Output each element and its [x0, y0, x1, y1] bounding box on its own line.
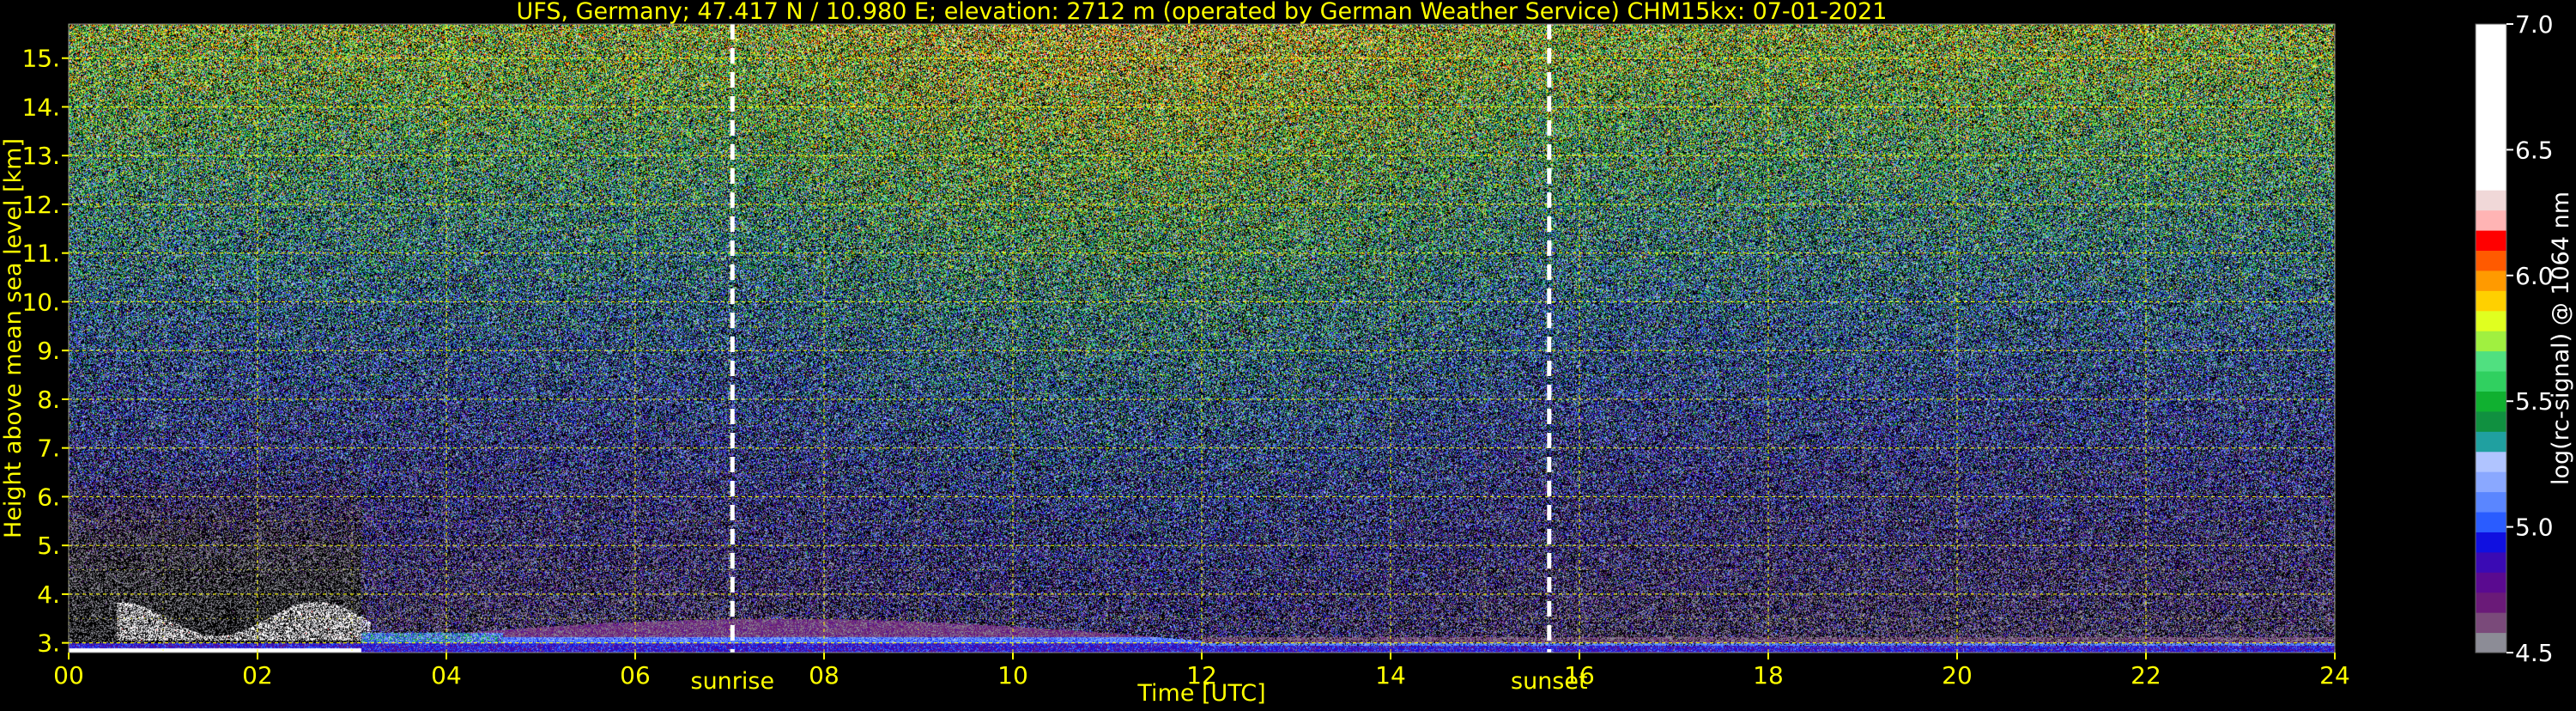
chart-title: UFS, Germany; 47.417 N / 10.980 E; eleva… [517, 0, 1888, 25]
x-tick-label: 20 [1942, 661, 1973, 690]
y-tick-label: 15. [21, 45, 60, 73]
colorbar-swatch [2476, 250, 2506, 271]
x-tick-label: 04 [431, 661, 462, 690]
x-tick-label: 22 [2131, 661, 2161, 690]
y-tick-label: 4. [37, 580, 60, 609]
colorbar-swatch [2476, 190, 2506, 211]
colorbar-swatch [2476, 350, 2506, 372]
colorbar-swatch [2476, 270, 2506, 291]
colorbar-swatch [2476, 532, 2506, 553]
y-tick-label: 14. [21, 93, 60, 121]
y-tick-label: 10. [21, 288, 60, 316]
y-tick-label: 6. [37, 483, 60, 511]
x-tick-label: 18 [1753, 661, 1784, 690]
y-tick-label: 13. [21, 142, 60, 170]
y-tick-label: 9. [37, 337, 60, 365]
y-tick-label: 3. [37, 629, 60, 658]
colorbar-swatch [2476, 410, 2506, 432]
x-tick-label: 00 [53, 661, 84, 690]
x-tick-label: 08 [809, 661, 839, 690]
colorbar-swatch [2476, 471, 2506, 493]
colorbar-swatch [2476, 491, 2506, 513]
colorbar-swatch [2476, 24, 2506, 191]
sunrise-label: sunrise [691, 668, 775, 695]
y-tick-label: 5. [37, 532, 60, 560]
x-tick-label: 02 [242, 661, 273, 690]
colorbar-swatch [2476, 310, 2506, 331]
colorbar-swatch [2476, 632, 2506, 653]
x-tick-label: 14 [1375, 661, 1406, 690]
y-tick-label: 12. [21, 191, 60, 219]
colorbar-swatch [2476, 551, 2506, 573]
y-tick-label: 8. [37, 386, 60, 414]
x-tick-label: 10 [997, 661, 1028, 690]
x-tick-label: 16 [1564, 661, 1595, 690]
x-tick-label: 24 [2319, 661, 2350, 690]
colorbar-swatch [2476, 331, 2506, 352]
colorbar-tick-label: 7.0 [2515, 10, 2554, 39]
ceilometer-plot: sunrise sunset 00 02 04 06 08 10 12 14 16 18 20 22 24… [0, 0, 2576, 708]
y-tick-label: 11. [21, 240, 60, 268]
heatmap-container [69, 24, 2335, 653]
y-tick-label: 7. [37, 434, 60, 463]
colorbar-swatch [2476, 572, 2506, 593]
x-tick-label: 06 [620, 661, 651, 690]
colorbar-swatch [2476, 371, 2506, 392]
colorbar-swatch [2476, 230, 2506, 252]
colorbar-swatch [2476, 451, 2506, 472]
y-axis-label: Height above mean sea level [km] [0, 138, 27, 538]
colorbar-swatch [2476, 431, 2506, 453]
colorbar-label: log(rc-signal) @ 1064 nm [2548, 191, 2574, 485]
backscatter-heatmap [69, 24, 2335, 653]
colorbar-swatch [2476, 290, 2506, 312]
colorbar-tick-label: 4.5 [2515, 639, 2554, 667]
x-axis-label: Time [UTC] [1136, 680, 1265, 707]
colorbar-swatch [2476, 612, 2506, 634]
colorbar-swatch [2476, 592, 2506, 613]
colorbar-swatch [2476, 512, 2506, 532]
colorbar-swatch [2476, 391, 2506, 412]
chart-svg: sunrise sunset 00 02 04 06 08 10 12 14 16 18 20 22 24… [0, 0, 2576, 708]
colorbar-tick-label: 5.0 [2515, 514, 2554, 542]
colorbar-swatch [2476, 210, 2506, 231]
colorbar-tick-label: 6.5 [2515, 136, 2554, 164]
